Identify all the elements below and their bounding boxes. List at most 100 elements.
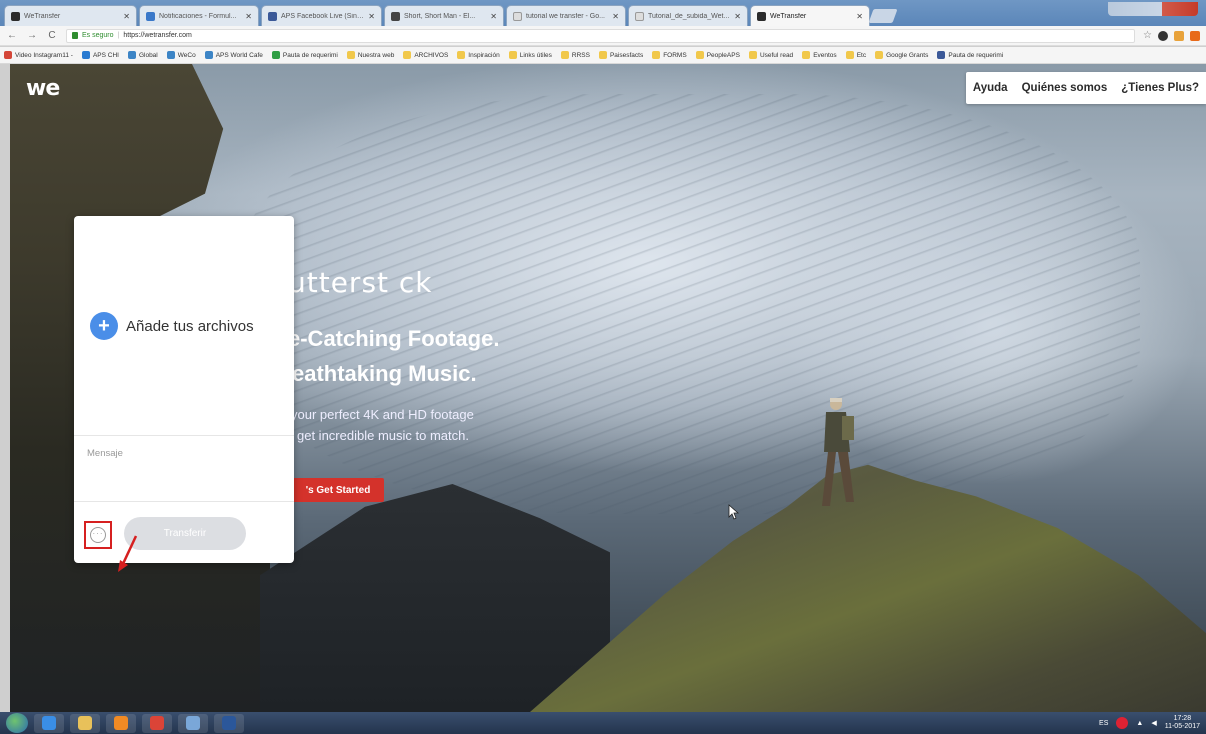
browser-tab[interactable]: WeTransfer ✕ — [4, 5, 137, 26]
bookmark-item[interactable]: ARCHIVOS — [403, 51, 448, 59]
taskbar-apps — [34, 713, 244, 733]
browser-tab[interactable]: APS Facebook Live (Sin t... ✕ — [261, 5, 382, 26]
tab-close-icon[interactable]: ✕ — [368, 12, 375, 21]
bookmark-item[interactable]: APS CHI — [81, 51, 119, 59]
bookmark-item[interactable]: Google Grants — [875, 51, 928, 59]
bookmark-item[interactable]: Links útiles — [508, 51, 552, 59]
site-icon — [166, 51, 175, 59]
bookmark-item[interactable]: Useful read — [748, 51, 793, 59]
ad-headline-line2: eathtaking Music. — [292, 361, 477, 386]
tab-title: WeTransfer — [770, 12, 807, 20]
tab-close-icon[interactable]: ✕ — [490, 12, 497, 21]
bookmark-item[interactable]: WeCo — [166, 51, 196, 59]
bookmark-label: WeCo — [177, 51, 196, 59]
folder-icon — [346, 51, 355, 59]
reload-button[interactable]: C — [46, 30, 58, 41]
bookmark-label: Global — [138, 51, 158, 59]
folder-icon — [748, 51, 757, 59]
drive-icon — [271, 51, 280, 59]
window-controls[interactable] — [1108, 2, 1198, 16]
tab-close-icon[interactable]: ✕ — [734, 12, 741, 21]
address-bar[interactable]: Es seguro | https://wetransfer.com — [66, 28, 1136, 43]
ad-cta-button[interactable]: 's Get Started — [292, 478, 384, 502]
lock-icon — [72, 32, 78, 39]
bookmark-item[interactable]: Paisesfacts — [598, 51, 643, 59]
taskbar-app-button[interactable] — [214, 713, 244, 733]
options-button-highlight[interactable]: ··· — [84, 521, 112, 549]
windows-taskbar: ES ▲ ◀ 17:28 11-05-2017 — [0, 712, 1206, 734]
taskbar-app-button[interactable] — [70, 713, 100, 733]
bookmark-item[interactable]: Inspiración — [457, 51, 500, 59]
taskbar-app-button[interactable] — [106, 713, 136, 733]
extension-icon[interactable] — [1190, 30, 1200, 41]
new-tab-button[interactable] — [868, 9, 898, 23]
bookmark-item[interactable]: Etc — [845, 51, 866, 59]
page-viewport: we Ayuda Quiénes somos ¿Tienes Plus? utt… — [10, 64, 1206, 712]
document-favicon-icon — [635, 11, 644, 21]
browser-tab[interactable]: Notificaciones - Formul... ✕ — [139, 5, 259, 26]
tab-close-icon[interactable]: ✕ — [612, 12, 619, 21]
bookmark-item[interactable]: Eventos — [802, 51, 837, 59]
ad-subtext-line1: your perfect 4K and HD footage — [291, 407, 474, 422]
nav-link-help[interactable]: Ayuda — [966, 82, 1015, 94]
extension-icon[interactable] — [1158, 30, 1168, 41]
browser-tab[interactable]: Short, Short Man - El... ✕ — [384, 5, 504, 26]
volume-icon[interactable]: ◀ — [1151, 719, 1156, 727]
more-options-icon[interactable]: ··· — [90, 527, 106, 543]
bookmark-item[interactable]: Global — [127, 51, 158, 59]
tab-close-icon[interactable]: ✕ — [123, 12, 130, 21]
bookmark-item[interactable]: Video Instagram11 - — [4, 51, 73, 59]
bookmark-item[interactable]: Pauta de requerimi — [271, 51, 338, 59]
nav-link-about[interactable]: Quiénes somos — [1015, 82, 1115, 94]
bookmark-label: ARCHIVOS — [414, 51, 449, 59]
bookmark-label: Eventos — [813, 51, 837, 59]
bookmark-item[interactable]: Nuestra web — [346, 51, 394, 59]
add-files-label[interactable]: Añade tus archivos — [126, 318, 254, 335]
plus-icon[interactable]: + — [90, 312, 118, 340]
forward-button[interactable]: → — [26, 30, 38, 41]
folder-icon — [695, 51, 704, 59]
tab-title: Notificaciones - Formul... — [159, 12, 237, 20]
bookmark-item[interactable]: RRSS — [560, 51, 590, 59]
folder-icon — [875, 51, 884, 59]
add-files-button[interactable]: + Añade tus archivos — [90, 312, 254, 340]
extension-icon[interactable] — [1174, 30, 1184, 41]
taskbar-app-button[interactable] — [178, 713, 208, 733]
ad-brand-text: utterst ck — [288, 266, 433, 299]
tab-close-icon[interactable]: ✕ — [856, 12, 863, 21]
facebook-favicon-icon — [268, 11, 277, 21]
site-icon — [204, 51, 213, 59]
message-field[interactable]: Mensaje — [87, 448, 123, 459]
folder-icon — [403, 51, 412, 59]
start-button[interactable] — [6, 713, 28, 733]
tray-app-icon[interactable] — [1116, 717, 1129, 729]
bookmark-item[interactable]: PeopleAPS — [695, 51, 740, 59]
bookmark-label: Links útiles — [519, 51, 552, 59]
network-icon[interactable]: ▲ — [1136, 720, 1143, 727]
browser-tab-active[interactable]: WeTransfer ✕ — [750, 5, 870, 26]
browser-tab[interactable]: tutorial we transfer - Go... ✕ — [506, 5, 626, 26]
site-icon — [127, 51, 136, 59]
folder-icon — [845, 51, 854, 59]
bookmark-item[interactable]: Pauta de requerimi — [937, 51, 1003, 59]
divider — [74, 435, 294, 436]
transfer-button[interactable]: Transferir — [124, 517, 246, 550]
wetransfer-logo[interactable]: we — [26, 76, 60, 101]
nav-link-plus[interactable]: ¿Tienes Plus? — [1114, 82, 1206, 94]
taskbar-app-button[interactable] — [34, 713, 64, 733]
bookmark-item[interactable]: APS World Cafe — [204, 51, 263, 59]
taskbar-app-button[interactable] — [142, 713, 172, 733]
back-button[interactable]: ← — [6, 30, 18, 41]
language-indicator[interactable]: ES — [1099, 720, 1108, 727]
bookmark-label: PeopleAPS — [706, 51, 740, 59]
wetransfer-favicon-icon — [11, 11, 20, 21]
bookmark-item[interactable]: FORMS — [652, 51, 687, 59]
clock[interactable]: 17:28 11-05-2017 — [1165, 715, 1200, 731]
toolbar-icons: ☆ — [1143, 30, 1200, 41]
browser-tab[interactable]: Tutorial_de_subida_Wet... ✕ — [628, 5, 748, 26]
star-icon[interactable]: ☆ — [1143, 30, 1152, 41]
divider — [74, 501, 294, 502]
folder-icon — [652, 51, 661, 59]
tab-close-icon[interactable]: ✕ — [245, 12, 252, 21]
ad-headline-line1: e-Catching Footage. — [288, 326, 500, 351]
